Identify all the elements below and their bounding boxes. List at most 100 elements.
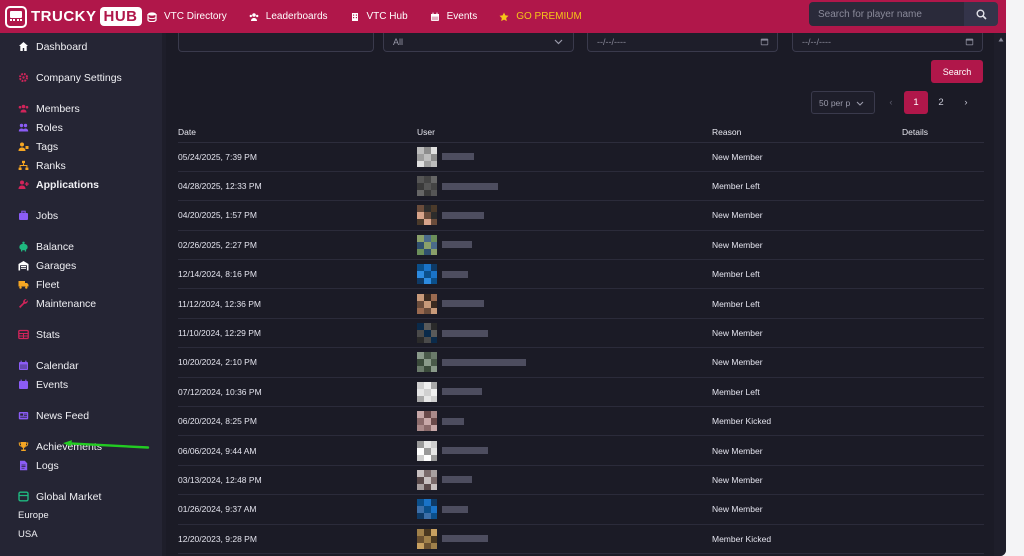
sidebar-item-maintenance[interactable]: Maintenance: [0, 294, 162, 313]
table-row[interactable]: 01/26/2024, 9:37 AM New Member: [178, 494, 984, 525]
user-info[interactable]: [417, 411, 712, 432]
nav-vtc-directory[interactable]: VTC Directory: [147, 11, 227, 22]
column-header-reason[interactable]: Reason: [712, 122, 902, 143]
nav-leaderboards[interactable]: Leaderboards: [249, 11, 328, 22]
cell-user[interactable]: [417, 377, 712, 408]
filter-date-to[interactable]: --/--/----: [792, 33, 983, 52]
sidebar-item-global-market[interactable]: Global Market: [0, 487, 162, 506]
search-button[interactable]: Search: [931, 60, 983, 83]
avatar[interactable]: [417, 293, 437, 314]
cell-user[interactable]: [417, 465, 712, 496]
table-row[interactable]: 12/14/2024, 8:16 PM Member Left: [178, 259, 984, 290]
pagination-page-2[interactable]: 2: [929, 91, 953, 114]
cell-user[interactable]: [417, 200, 712, 231]
avatar[interactable]: [417, 499, 437, 520]
cell-user[interactable]: [417, 288, 712, 319]
cell-user[interactable]: [417, 406, 712, 437]
table-row[interactable]: 07/12/2024, 10:36 PM Member Left: [178, 377, 984, 408]
table-row[interactable]: 02/26/2025, 2:27 PM New Member: [178, 230, 984, 261]
avatar[interactable]: [417, 205, 437, 226]
sidebar-item-tags[interactable]: Tags: [0, 137, 162, 156]
user-info[interactable]: [417, 381, 712, 402]
cell-user[interactable]: [417, 435, 712, 466]
user-info[interactable]: [417, 499, 712, 520]
sidebar-item-fleet[interactable]: Fleet: [0, 275, 162, 294]
sidebar-item-balance[interactable]: Balance: [0, 237, 162, 256]
user-info[interactable]: [417, 352, 712, 373]
nav-events[interactable]: Events: [430, 11, 477, 22]
per-page-select[interactable]: 50 per p: [811, 91, 875, 114]
sidebar-item-news-feed[interactable]: News Feed: [0, 406, 162, 425]
avatar[interactable]: [417, 528, 437, 549]
table-row[interactable]: 05/24/2025, 7:39 PM New Member: [178, 142, 984, 172]
avatar[interactable]: [417, 264, 437, 285]
cell-user[interactable]: [417, 142, 712, 172]
user-info[interactable]: [417, 264, 712, 285]
cell-user[interactable]: [417, 494, 712, 525]
scrollbar[interactable]: [995, 33, 1006, 556]
avatar[interactable]: [417, 440, 437, 461]
avatar[interactable]: [417, 381, 437, 402]
user-info[interactable]: [417, 469, 712, 490]
filter-date-from[interactable]: --/--/----: [587, 33, 778, 52]
cell-user[interactable]: [417, 171, 712, 202]
pagination-page-1[interactable]: 1: [904, 91, 928, 114]
player-search-button[interactable]: [964, 2, 998, 26]
avatar[interactable]: [417, 234, 437, 255]
column-header-date[interactable]: Date: [178, 122, 417, 143]
sidebar-item-members[interactable]: Members: [0, 99, 162, 118]
sidebar-subitem-europe[interactable]: Europe: [0, 506, 162, 525]
user-info[interactable]: [417, 234, 712, 255]
pagination-prev[interactable]: ‹: [879, 91, 903, 114]
table-row[interactable]: 06/20/2024, 8:25 PM Member Kicked: [178, 406, 984, 437]
avatar[interactable]: [417, 146, 437, 167]
column-header-details[interactable]: Details: [902, 122, 984, 143]
sidebar-item-applications[interactable]: Applications: [0, 175, 162, 194]
avatar[interactable]: [417, 176, 437, 197]
user-info[interactable]: [417, 205, 712, 226]
avatar[interactable]: [417, 352, 437, 373]
sidebar-item-dashboard[interactable]: Dashboard: [0, 37, 162, 56]
sidebar-item-roles[interactable]: Roles: [0, 118, 162, 137]
filter-type-select[interactable]: All: [383, 33, 574, 52]
nav-go-premium[interactable]: GO PREMIUM: [499, 11, 582, 22]
table-row[interactable]: 11/10/2024, 12:29 PM New Member: [178, 318, 984, 349]
sidebar-item-garages[interactable]: Garages: [0, 256, 162, 275]
table-row[interactable]: 10/20/2024, 2:10 PM New Member: [178, 347, 984, 378]
sidebar-item-calendar[interactable]: Calendar: [0, 356, 162, 375]
brand-logo[interactable]: TRUCKY HUB: [0, 0, 147, 33]
cell-user[interactable]: [417, 318, 712, 349]
avatar[interactable]: [417, 469, 437, 490]
table-row[interactable]: 12/20/2023, 9:28 PM Member Kicked: [178, 524, 984, 554]
player-search-input[interactable]: [809, 2, 964, 26]
sidebar-item-company-settings[interactable]: Company Settings: [0, 68, 162, 87]
cell-user[interactable]: [417, 230, 712, 261]
user-info[interactable]: [417, 146, 712, 167]
cell-user[interactable]: [417, 524, 712, 554]
user-info[interactable]: [417, 293, 712, 314]
table-row[interactable]: 11/12/2024, 12:36 PM Member Left: [178, 288, 984, 319]
user-info[interactable]: [417, 440, 712, 461]
pagination-next[interactable]: ›: [954, 91, 978, 114]
table-row[interactable]: 04/28/2025, 12:33 PM Member Left: [178, 171, 984, 202]
column-header-user[interactable]: User: [417, 122, 712, 143]
cell-user[interactable]: [417, 347, 712, 378]
user-info[interactable]: [417, 528, 712, 549]
sidebar-item-events[interactable]: Events: [0, 375, 162, 394]
table-row[interactable]: 03/13/2024, 12:48 PM New Member: [178, 465, 984, 496]
sidebar-item-ranks[interactable]: Ranks: [0, 156, 162, 175]
user-info[interactable]: [417, 176, 712, 197]
user-info[interactable]: [417, 323, 712, 344]
filter-user-input[interactable]: [178, 33, 374, 52]
scroll-up-icon[interactable]: [998, 37, 1004, 42]
sidebar-subitem-usa[interactable]: USA: [0, 525, 162, 544]
cell-user[interactable]: [417, 259, 712, 290]
sidebar-item-logs[interactable]: Logs: [0, 456, 162, 475]
table-row[interactable]: 06/06/2024, 9:44 AM New Member: [178, 435, 984, 466]
sidebar-item-stats[interactable]: Stats: [0, 325, 162, 344]
avatar[interactable]: [417, 323, 437, 344]
nav-vtc-hub[interactable]: VTC Hub: [350, 11, 408, 22]
sidebar-item-jobs[interactable]: Jobs: [0, 206, 162, 225]
table-row[interactable]: 04/20/2025, 1:57 PM New Member: [178, 200, 984, 231]
avatar[interactable]: [417, 411, 437, 432]
